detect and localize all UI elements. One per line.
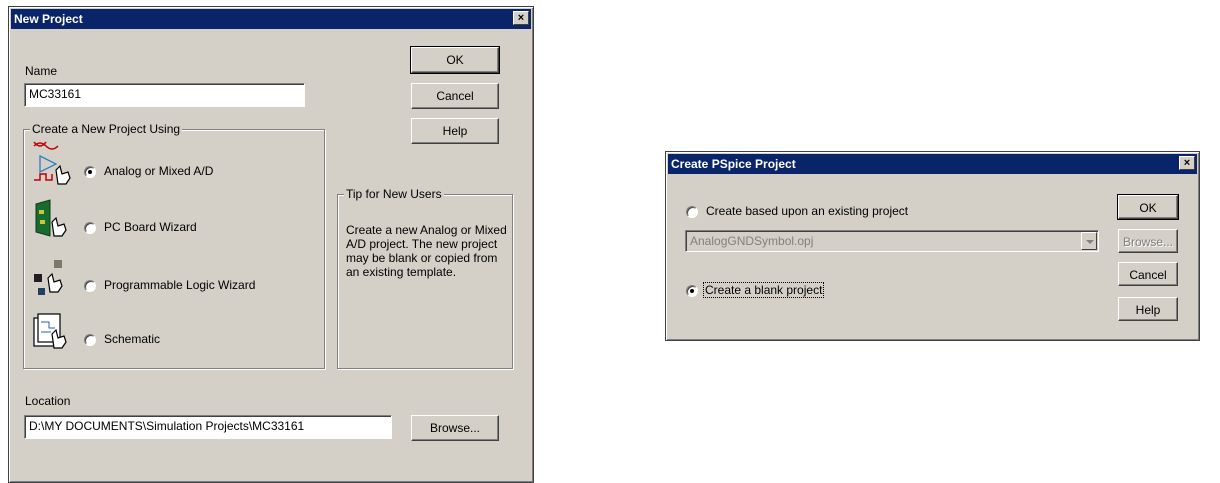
help-button[interactable]: Help [1118,297,1178,321]
location-field[interactable]: D:\MY DOCUMENTS\Simulation Projects\MC33… [24,415,392,439]
option-schematic-label[interactable]: Schematic [104,332,160,346]
option-pld-label[interactable]: Programmable Logic Wizard [104,278,255,292]
location-label: Location [25,394,71,408]
ok-button[interactable]: OK [410,46,500,74]
existing-project-select: AnalogGNDSymbol.opj [685,230,1099,252]
option-pcb-label[interactable]: PC Board Wizard [104,220,197,234]
cancel-button[interactable]: Cancel [1118,262,1178,286]
dialog-title: Create PSpice Project [671,157,796,171]
tip-text: Create a new Analog or Mixed A/D project… [346,223,507,279]
help-button[interactable]: Help [411,118,499,144]
radio-blank-project[interactable] [686,285,698,297]
close-icon[interactable]: × [1179,156,1195,170]
browse-button: Browse... [1118,229,1178,253]
option-blank-label[interactable]: Create a blank project [702,282,825,298]
schematic-icon [33,313,67,349]
existing-project-value: AnalogGNDSymbol.opj [690,234,814,248]
group-legend: Create a New Project Using [30,122,183,136]
programmable-logic-icon [34,260,63,295]
name-label: Name [25,64,57,78]
radio-pc-board[interactable] [84,222,96,234]
pspice-titlebar[interactable]: Create PSpice Project × [668,154,1197,174]
option-existing-label[interactable]: Create based upon an existing project [706,204,908,218]
radio-programmable-logic[interactable] [84,280,96,292]
analog-mixed-icon [33,141,71,185]
name-field[interactable]: MC33161 [24,83,305,107]
tip-legend: Tip for New Users [344,187,444,201]
radio-existing-project[interactable] [686,206,698,218]
pc-board-icon [35,199,67,237]
cancel-button[interactable]: Cancel [411,83,499,109]
option-analog-label[interactable]: Analog or Mixed A/D [104,164,213,178]
project-type-group: Create a New Project Using Analog or Mix… [23,122,325,369]
browse-button[interactable]: Browse... [411,415,499,441]
name-label-text: Name [25,64,58,78]
radio-schematic[interactable] [84,334,96,346]
close-icon[interactable]: × [513,11,529,25]
chevron-down-icon [1081,232,1097,250]
dialog-title: New Project [14,12,83,26]
tip-group: Tip for New Users Create a new Analog or… [337,187,513,369]
radio-analog[interactable] [84,166,96,178]
new-project-titlebar[interactable]: New Project × [11,9,531,29]
ok-button[interactable]: OK [1117,194,1179,220]
new-project-dialog: New Project × Name MC33161 OK Cancel Hel… [8,6,534,483]
pspice-dialog: Create PSpice Project × Create based upo… [665,151,1200,341]
